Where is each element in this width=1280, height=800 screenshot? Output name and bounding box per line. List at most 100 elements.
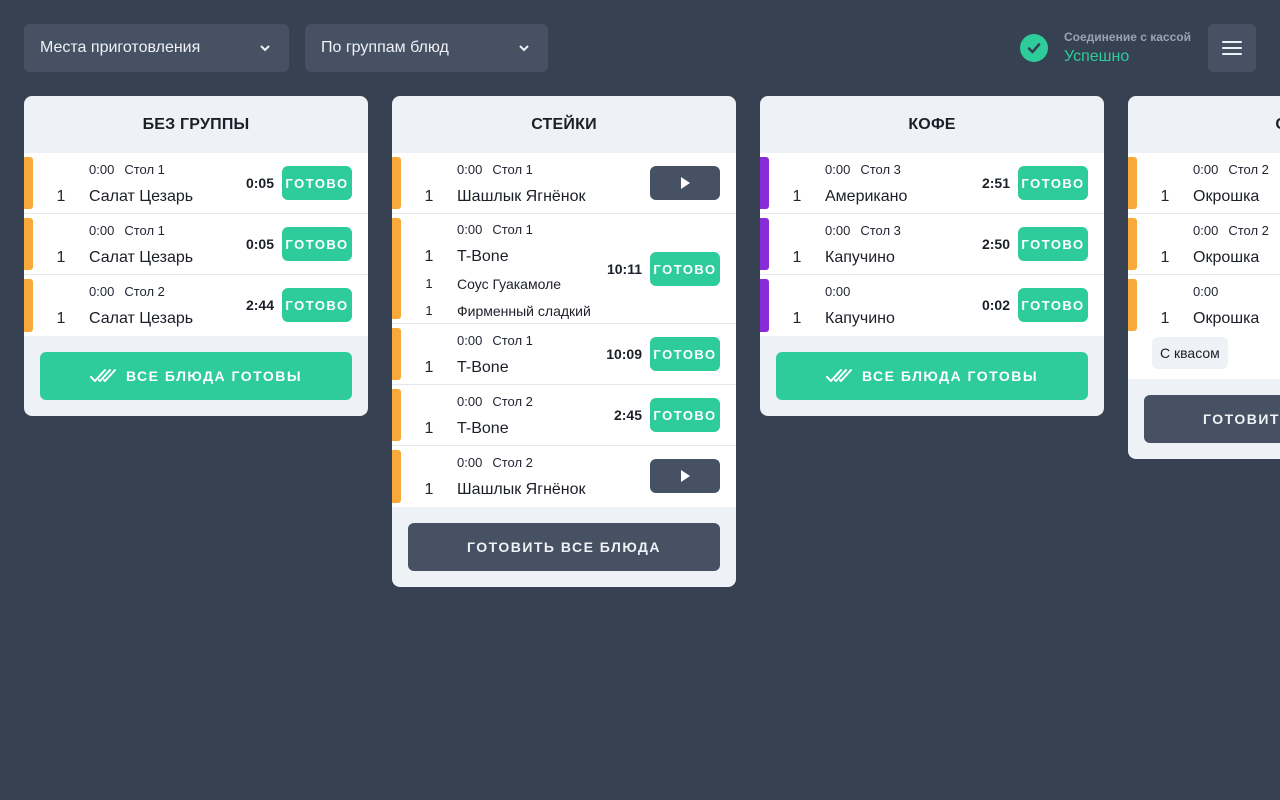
all-ready-label: ВСЕ БЛЮДА ГОТОВЫ — [125, 368, 303, 384]
order-row: 0:00 Стол 2 1 T-Bone 2:45 ГОТОВО — [392, 385, 736, 446]
chevron-down-icon — [260, 45, 270, 52]
order-time: 0:00 — [89, 284, 115, 299]
status-stripe — [24, 157, 33, 209]
dish-name: Окрошка — [1193, 249, 1260, 266]
status-stripe — [760, 157, 769, 209]
order-time: 0:00 — [457, 222, 483, 237]
order-row: 0:00 1 Капучино 0:02 ГОТОВО — [760, 275, 1104, 336]
dish-name: Окрошка — [1193, 188, 1260, 205]
status-stripe — [24, 218, 33, 270]
modifier-tag: С квасом — [1152, 337, 1228, 369]
check-circle-icon — [1020, 34, 1048, 62]
dish-qty: 1 — [1160, 310, 1170, 327]
dish-timer: 2:44 — [245, 297, 274, 313]
order-row: 0:00 Стол 2 1 Окрошка — [1128, 153, 1280, 214]
ready-button[interactable]: ГОТОВО — [1018, 166, 1088, 200]
dish-qty: 1 — [792, 188, 802, 205]
table-label: Стол 1 — [124, 223, 165, 238]
dish-qty: 1 — [424, 188, 434, 205]
status-stripe — [760, 218, 769, 270]
card-title: БЕЗ ГРУППЫ — [142, 115, 250, 133]
dish-qty: 1 — [424, 359, 434, 376]
order-card: БЕЗ ГРУППЫ 0:00 Стол 1 1 Салат Цезарь 0:0… — [24, 96, 368, 416]
play-icon — [681, 470, 690, 482]
dish-qty: 1 — [424, 481, 434, 498]
dish-qty: 1 — [56, 188, 66, 205]
order-time: 0:00 — [825, 284, 851, 299]
order-time: 0:00 — [825, 162, 851, 177]
table-label: Стол 2 — [1228, 223, 1269, 238]
order-row: 0:00 Стол 1 1 Салат Цезарь 0:05 ГОТОВО — [24, 153, 368, 214]
order-row: 0:00 1 Окрошка С квасом — [1128, 275, 1280, 379]
status-stripe — [1128, 157, 1137, 209]
all-ready-label: ВСЕ БЛЮДА ГОТОВЫ — [861, 368, 1039, 384]
dish-name: Капучино — [825, 249, 895, 266]
status-stripe — [392, 328, 401, 380]
double-check-icon — [825, 369, 852, 382]
table-label: Стол 1 — [492, 222, 533, 237]
order-card: КОФЕ 0:00 Стол 3 1 Американо 2:51 ГОТОВО … — [760, 96, 1104, 416]
chevron-down-icon — [519, 45, 529, 52]
order-time: 0:00 — [457, 162, 483, 177]
hamburger-icon — [1222, 41, 1242, 55]
menu-button[interactable] — [1208, 24, 1256, 72]
places-select[interactable]: Места приготовления — [24, 24, 289, 72]
status-stripe — [392, 157, 401, 209]
ready-button[interactable]: ГОТОВО — [282, 166, 352, 200]
card-title: СУПЫ — [1128, 96, 1280, 153]
table-label: Стол 2 — [124, 284, 165, 299]
order-time: 0:00 — [457, 333, 483, 348]
dish-qty: 1 — [56, 310, 66, 327]
dish-name: Окрошка — [1193, 310, 1260, 327]
dish-qty: 1 — [1160, 249, 1170, 266]
all-ready-button[interactable]: ВСЕ БЛЮДА ГОТОВЫ — [776, 352, 1088, 400]
ready-button[interactable]: ГОТОВО — [282, 227, 352, 261]
dish-timer: 0:05 — [245, 236, 274, 252]
connection-label: Соединение с кассой — [1064, 30, 1191, 44]
table-label: Стол 1 — [492, 333, 533, 348]
order-row: 0:00 Стол 2 1 Салат Цезарь 2:44 ГОТОВО — [24, 275, 368, 336]
connection-value: Успешно — [1064, 48, 1130, 65]
double-check-icon — [89, 369, 116, 382]
play-icon — [681, 177, 690, 189]
dish-qty: 1 — [1160, 188, 1170, 205]
ready-button[interactable]: ГОТОВО — [650, 337, 720, 371]
ready-button[interactable]: ГОТОВО — [1018, 288, 1088, 322]
status-stripe — [24, 279, 33, 332]
start-cooking-button[interactable] — [650, 166, 720, 200]
ready-button[interactable]: ГОТОВО — [282, 288, 352, 322]
modifier-name: Соус Гуакамоле — [457, 276, 562, 292]
order-row: 0:00 Стол 3 1 Американо 2:51 ГОТОВО — [760, 153, 1104, 214]
status-stripe — [392, 450, 401, 503]
order-row: 0:00 Стол 1 1 Шашлык Ягнёнок — [392, 153, 736, 214]
cook-all-button[interactable]: ГОТОВИТЬ ВСЕ БЛЮДА — [408, 523, 720, 571]
order-row: 0:00 Стол 1 1 T-Bone 10:09 ГОТОВО — [392, 324, 736, 385]
ready-button[interactable]: ГОТОВО — [650, 252, 720, 286]
table-label: Стол 1 — [492, 162, 533, 177]
order-row: 0:00 Стол 1 1 T-Bone 1 Соус Гуакамоле 1 Ф… — [392, 214, 736, 324]
start-cooking-button[interactable] — [650, 459, 720, 493]
dish-name: Шашлык Ягнёнок — [457, 188, 586, 205]
all-ready-button[interactable]: ВСЕ БЛЮДА ГОТОВЫ — [40, 352, 352, 400]
order-time: 0:00 — [1193, 223, 1219, 238]
status-stripe — [1128, 218, 1137, 270]
order-time: 0:00 — [1193, 162, 1219, 177]
status-stripe — [1128, 279, 1137, 331]
dish-timer: 10:11 — [606, 261, 642, 277]
ready-button[interactable]: ГОТОВО — [1018, 227, 1088, 261]
cook-all-button[interactable]: ГОТОВИТЬ ВСЕ БЛЮДА — [1144, 395, 1280, 443]
places-select-value: Места приготовления — [40, 39, 201, 56]
order-time: 0:00 — [89, 223, 115, 238]
dish-qty: 1 — [424, 420, 434, 437]
card-clip: СУПЫ 0:00 Стол 2 1 Окрошка 0:00 Стол 2 1 О… — [1128, 96, 1280, 476]
dish-timer: 2:45 — [613, 407, 642, 423]
modifier-qty: 1 — [425, 303, 433, 318]
dish-name: T-Bone — [457, 359, 509, 376]
group-select[interactable]: По группам блюд — [305, 24, 548, 72]
order-time: 0:00 — [457, 394, 483, 409]
table-label: Стол 2 — [492, 394, 533, 409]
order-card: СТЕЙКИ 0:00 Стол 1 1 Шашлык Ягнёнок 0:00 С… — [392, 96, 736, 587]
ready-button[interactable]: ГОТОВО — [650, 398, 720, 432]
table-label: Стол 2 — [1228, 162, 1269, 177]
modifier-name: Фирменный сладкий — [457, 303, 591, 319]
